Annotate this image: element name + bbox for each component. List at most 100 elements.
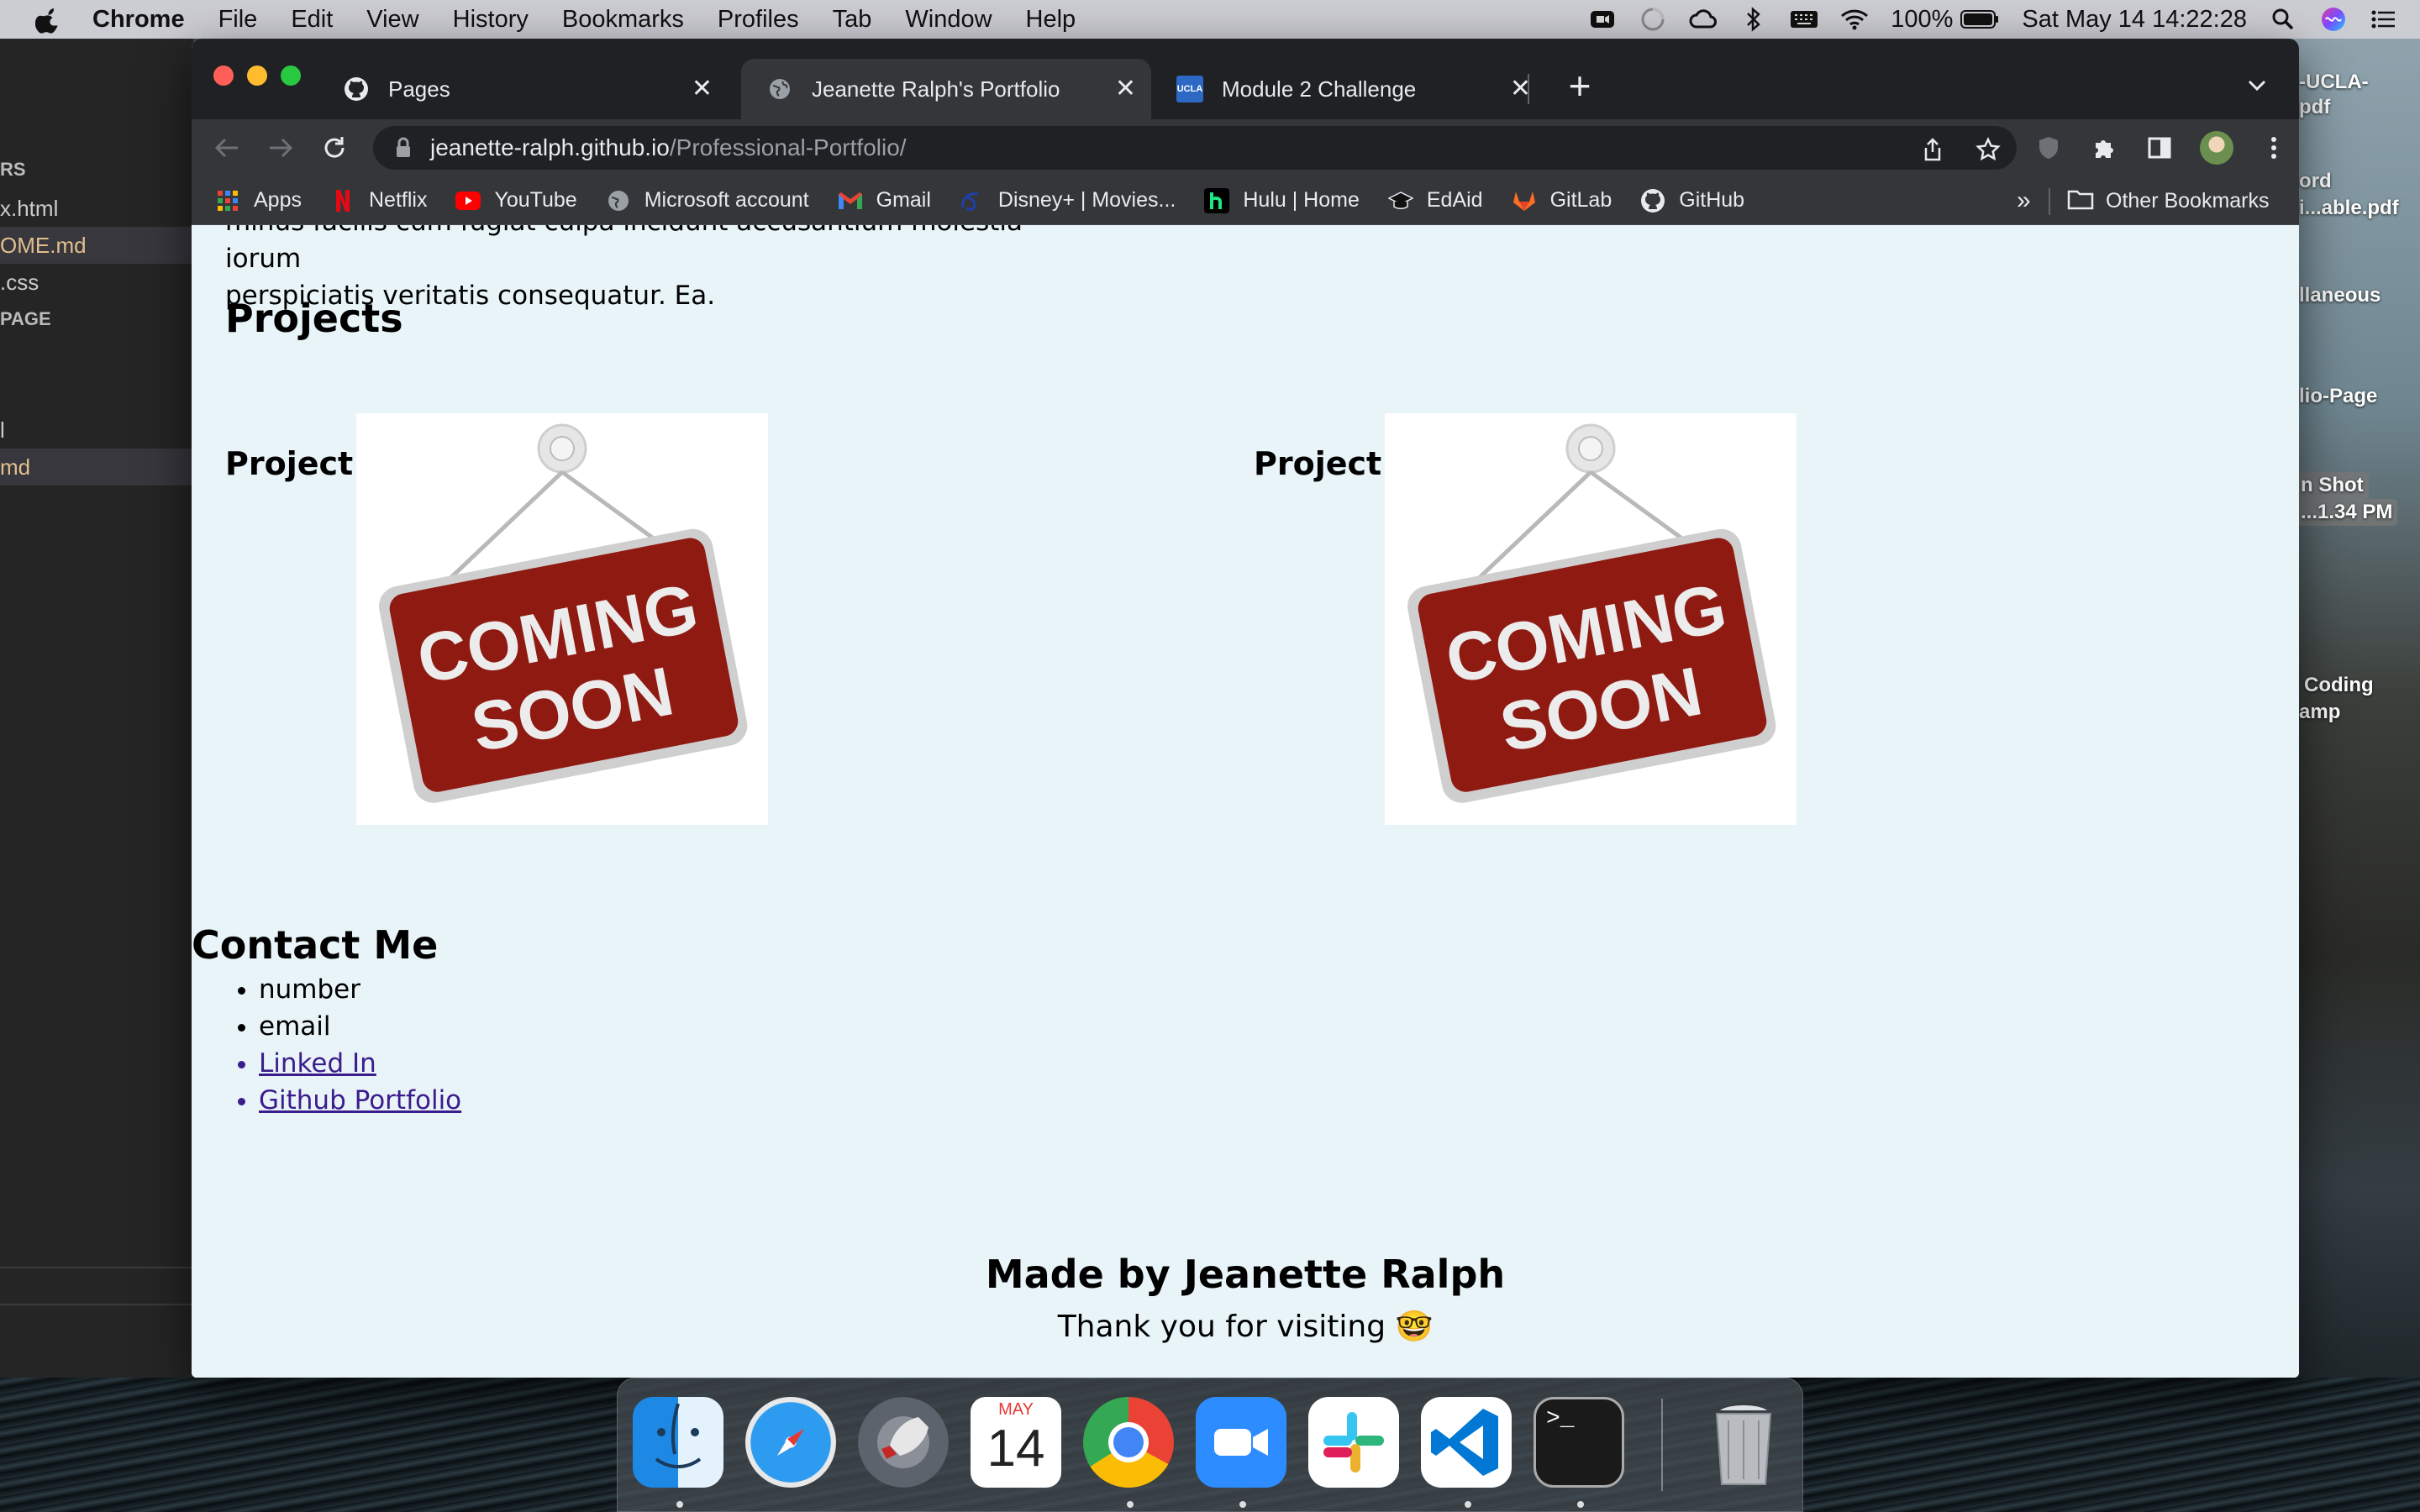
share-icon[interactable] — [1918, 134, 1948, 165]
profile-avatar[interactable] — [2200, 131, 2233, 165]
running-indicator — [676, 1501, 683, 1508]
minimize-window-button[interactable] — [247, 66, 267, 86]
keyboard-icon[interactable] — [1790, 7, 1818, 32]
zoom-status-icon[interactable] — [1588, 7, 1617, 32]
trash-icon[interactable] — [1698, 1397, 1789, 1488]
menu-bookmarks[interactable]: Bookmarks — [562, 6, 684, 34]
menu-clock[interactable]: Sat May 14 14:22:28 — [2022, 6, 2247, 34]
back-arrow-icon[interactable] — [208, 129, 245, 166]
desktop-folder-label[interactable]: lio-Page — [2299, 385, 2377, 408]
bluetooth-icon[interactable] — [1739, 7, 1768, 32]
forward-arrow-icon[interactable] — [262, 129, 299, 166]
explorer-file-item[interactable]: x.html — [0, 190, 193, 227]
menu-app-name[interactable]: Chrome — [92, 6, 185, 34]
reload-icon[interactable] — [316, 129, 353, 166]
menu-profiles[interactable]: Profiles — [718, 6, 799, 34]
bookmark-hulu[interactable]: Hulu | Home — [1204, 187, 1360, 213]
tab-pages[interactable]: Pages ✕ — [318, 59, 728, 119]
maximize-window-button[interactable] — [281, 66, 301, 86]
battery-percent[interactable]: 100% — [1891, 6, 1953, 34]
spotlight-search-icon[interactable] — [2269, 7, 2297, 32]
menu-window[interactable]: Window — [905, 6, 992, 34]
desktop-screenshot-label[interactable]: ...1.34 PM — [2296, 499, 2398, 526]
bookmarks-bar: Apps Netflix YouTube Microsoft account G… — [192, 176, 2299, 225]
desktop-screenshot-label[interactable]: n Shot — [2296, 472, 2369, 499]
tab-portfolio[interactable]: Jeanette Ralph's Portfolio ✕ — [741, 59, 1151, 119]
safari-icon[interactable] — [745, 1397, 836, 1488]
finder-icon[interactable] — [633, 1397, 723, 1488]
address-bar[interactable]: jeanette-ralph.github.io/Professional-Po… — [373, 126, 2017, 170]
desktop-folder-label[interactable]: amp — [2299, 701, 2340, 724]
creative-cloud-icon[interactable] — [1689, 7, 1718, 32]
bookmark-gmail[interactable]: Gmail — [838, 188, 931, 213]
new-tab-button[interactable]: + — [1556, 62, 1603, 109]
bookmark-apps[interactable]: Apps — [215, 188, 302, 213]
project-2-image[interactable]: COMING SOON — [1385, 413, 1797, 825]
shield-icon[interactable] — [2033, 133, 2064, 163]
contact-heading: Contact Me — [192, 922, 439, 968]
tab-module-challenge[interactable]: UCLA Module 2 Challenge ✕ — [1151, 59, 1546, 119]
menu-view[interactable]: View — [366, 6, 418, 34]
kebab-menu-icon[interactable] — [2259, 133, 2289, 163]
close-tab-icon[interactable]: ✕ — [1115, 76, 1136, 102]
chrome-icon[interactable] — [1083, 1397, 1174, 1488]
running-indicator — [1577, 1501, 1584, 1508]
wifi-icon[interactable] — [1840, 7, 1869, 32]
netflix-icon — [330, 188, 355, 213]
calendar-icon[interactable]: MAY 14 — [971, 1397, 1061, 1488]
more-bookmarks-chevron[interactable]: » — [2017, 186, 2031, 215]
slack-icon[interactable] — [1308, 1397, 1399, 1488]
menu-tab[interactable]: Tab — [833, 6, 872, 34]
menu-file[interactable]: File — [218, 6, 258, 34]
bookmark-netflix[interactable]: Netflix — [330, 188, 427, 213]
bookmark-separator — [2049, 188, 2050, 215]
explorer-section-header[interactable]: PAGE — [0, 301, 193, 338]
loading-status-icon[interactable] — [1639, 7, 1667, 32]
control-center-icon[interactable] — [2370, 7, 2398, 32]
explorer-file-item[interactable]: l — [0, 412, 193, 449]
side-panel-icon[interactable] — [2144, 133, 2175, 163]
bookmark-youtube[interactable]: YouTube — [455, 188, 577, 213]
panel-divider — [0, 1267, 193, 1268]
bookmark-github[interactable]: GitHub — [1640, 188, 1744, 213]
bookmark-label: Other Bookmarks — [2106, 188, 2270, 213]
apple-icon[interactable] — [35, 5, 62, 34]
bookmark-disney[interactable]: Disney+ | Movies... — [960, 188, 1176, 213]
project-1-image[interactable]: COMING SOON — [356, 413, 768, 825]
desktop-wallpaper — [2286, 39, 2420, 1512]
launchpad-rocket-icon[interactable] — [858, 1397, 949, 1488]
desktop-file-label[interactable]: pdf — [2299, 96, 2330, 119]
lock-icon[interactable] — [395, 136, 413, 160]
desktop-file-label[interactable]: -UCLA- — [2299, 71, 2369, 94]
desktop-folder-label[interactable]: llaneous — [2299, 284, 2381, 307]
list-item: Github Portfolio — [259, 1082, 461, 1119]
other-bookmarks-folder[interactable]: Other Bookmarks — [2067, 176, 2270, 225]
calendar-month: MAY — [998, 1400, 1034, 1419]
tab-search-chevron-icon[interactable] — [2240, 69, 2274, 102]
terminal-icon[interactable]: >_ — [1534, 1397, 1624, 1488]
desktop-folder-label[interactable]: Coding — [2304, 674, 2374, 697]
menu-edit[interactable]: Edit — [291, 6, 333, 34]
explorer-file-item[interactable]: md — [0, 449, 193, 486]
linkedin-link[interactable]: Linked In — [259, 1048, 376, 1079]
zoom-icon[interactable] — [1196, 1397, 1286, 1488]
siri-icon[interactable] — [2319, 7, 2348, 32]
explorer-section-header[interactable]: RS — [0, 151, 193, 188]
close-tab-icon[interactable]: ✕ — [692, 76, 713, 102]
explorer-file-item[interactable]: OME.md — [0, 227, 193, 264]
battery-icon[interactable] — [1960, 7, 2000, 32]
bookmark-microsoft-account[interactable]: Microsoft account — [606, 188, 809, 213]
desktop-file-label[interactable]: i...able.pdf — [2299, 197, 2399, 220]
bookmark-edaid[interactable]: EdAid — [1387, 188, 1483, 213]
chrome-window: Pages ✕ Jeanette Ralph's Portfolio ✕ UCL… — [192, 39, 2299, 1378]
bookmark-star-icon[interactable] — [1973, 134, 2003, 165]
menu-history[interactable]: History — [453, 6, 529, 34]
github-portfolio-link[interactable]: Github Portfolio — [259, 1085, 461, 1116]
menu-help[interactable]: Help — [1026, 6, 1076, 34]
desktop-file-label[interactable]: ord — [2299, 170, 2332, 193]
vscode-icon[interactable] — [1421, 1397, 1512, 1488]
bookmark-gitlab[interactable]: GitLab — [1512, 188, 1612, 213]
explorer-file-item[interactable]: .css — [0, 264, 193, 301]
extensions-puzzle-icon[interactable] — [2089, 133, 2119, 163]
close-window-button[interactable] — [213, 66, 234, 86]
